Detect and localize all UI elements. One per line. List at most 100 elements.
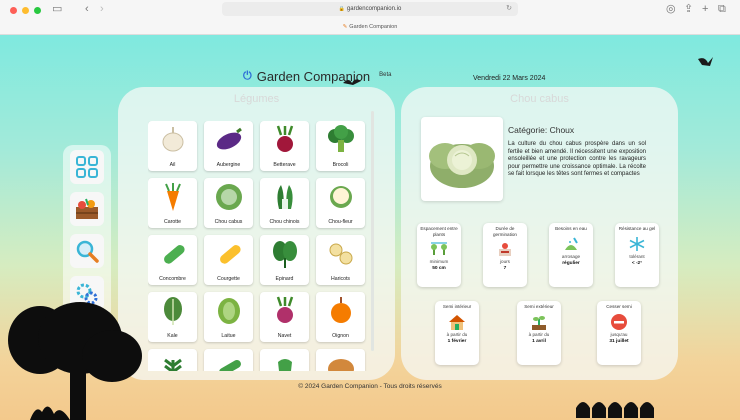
detail-panel: Chou cabus Catégorie: Choux La culture d… — [401, 87, 678, 380]
app-header: ⏻ Garden Companion Beta — [243, 69, 392, 84]
sowing-value: 1 avril — [532, 338, 546, 344]
new-tab-icon[interactable]: + — [702, 3, 708, 15]
sprout-icon — [532, 315, 546, 330]
share-icon[interactable]: ⇪ — [684, 3, 693, 15]
garlic-icon — [162, 127, 183, 152]
tab-garden-companion[interactable]: ✎ Garden Companion — [0, 20, 740, 34]
bokchoy-icon — [276, 185, 293, 209]
germination-icon — [499, 243, 511, 257]
zoom-window-button[interactable] — [34, 7, 41, 14]
vegetable-card[interactable]: Navet — [260, 292, 309, 342]
sowing-card-indoor: Semi intérieur à partir du 1 février — [435, 301, 479, 365]
vegetable-card-label: Navet — [277, 333, 292, 339]
nav-garden-bed-button[interactable] — [70, 192, 104, 226]
nav-search-button[interactable] — [70, 234, 104, 268]
browser-chrome: ▭ ‹ › 🔒 gardencompanion.io ↻ ◎ ⇪ + ⧉ ✎ Gar… — [0, 0, 740, 35]
vegetable-card-label: Aubergine — [216, 162, 241, 168]
vegetable-card-label: Ail — [169, 162, 176, 168]
detail-panel-title: Chou cabus — [510, 93, 569, 105]
url-text: gardencompanion.io — [346, 6, 402, 12]
vegetable-grid-scrollbar[interactable] — [371, 111, 374, 351]
sowing-value: 31 juillet — [609, 338, 629, 344]
pea-pod-icon — [218, 360, 241, 371]
shield-icon[interactable]: ◎ — [666, 3, 676, 15]
stat-title: Résistance au gel — [618, 226, 656, 231]
vegetable-card[interactable]: Chou chinois — [260, 178, 309, 228]
beet-icon — [276, 125, 293, 152]
forward-icon[interactable]: › — [100, 3, 104, 15]
stat-value: 50 cm — [432, 266, 446, 272]
stat-title: Durée de germination — [492, 226, 517, 237]
stat-card-spacing: Espacement entre plants minimum 50 cm — [417, 223, 461, 287]
house-icon — [449, 314, 465, 330]
vegetable-card[interactable]: Haricots — [316, 235, 365, 285]
cabbage-photo-icon — [429, 143, 495, 188]
frost-icon — [629, 236, 645, 251]
sowing-sub: à partir du — [528, 331, 550, 337]
vegetable-card[interactable]: Carotte — [148, 178, 197, 228]
stat-card-frost: Résistance au gel tolérant < -2° — [615, 223, 659, 287]
window-controls — [10, 7, 41, 14]
vegetable-card[interactable]: Concombre — [148, 235, 197, 285]
vegetable-card[interactable]: Ail — [148, 121, 197, 171]
vegetable-card[interactable]: Aubergine — [204, 121, 253, 171]
close-window-button[interactable] — [10, 7, 17, 14]
vegetables-panel-title: Légumes — [233, 93, 280, 105]
sowing-card-stop: Cesser semi jusqu'au 31 juillet — [597, 301, 641, 365]
broccoli-icon — [327, 125, 354, 152]
stat-sub: minimum — [429, 259, 449, 265]
vegetable-card-label: Oignon — [332, 333, 349, 339]
cabbage-icon — [215, 184, 242, 210]
vegetable-card[interactable] — [316, 349, 365, 371]
bird-icon — [698, 57, 713, 66]
turnip-icon — [276, 296, 293, 323]
grid-icon — [76, 156, 98, 178]
stat-value: régulier — [562, 260, 580, 266]
stat-sub: tolérant — [629, 253, 645, 259]
sowing-title: Cesser semi — [606, 304, 632, 309]
planter-boxes-silhouette — [576, 402, 654, 418]
vegetable-card[interactable]: Epinard — [260, 235, 309, 285]
vegetable-card[interactable]: Brocoli — [316, 121, 365, 171]
vegetable-card-label: Epinard — [275, 276, 294, 282]
pepper-icon — [277, 359, 292, 371]
vegetable-card-label: Haricots — [330, 276, 351, 282]
vegetable-card[interactable]: Oignon — [316, 292, 365, 342]
address-bar[interactable]: 🔒 gardencompanion.io ↻ — [222, 2, 518, 16]
tabs-overview-icon[interactable]: ⧉ — [718, 3, 726, 15]
stat-card-water: Besoins en eau arrosage régulier — [549, 223, 593, 287]
vegetable-card-label: Chou cabus — [214, 219, 243, 225]
cucumber-icon — [163, 245, 185, 264]
onion-icon — [330, 297, 351, 323]
nav-grid-button[interactable] — [70, 150, 104, 184]
vegetable-card[interactable]: Betterave — [260, 121, 309, 171]
beans-icon — [329, 243, 352, 265]
vegetable-crate-icon — [76, 198, 98, 219]
favicon-icon: ✎ — [342, 24, 348, 30]
vegetable-card-label: Carotte — [163, 219, 181, 225]
beta-badge: Beta — [379, 71, 392, 78]
cauliflower-icon — [329, 186, 352, 208]
vegetable-card-label: Brocoli — [332, 162, 349, 168]
vegetable-card[interactable] — [204, 349, 253, 371]
tree-silhouette — [8, 302, 142, 420]
vegetable-grid: Ail Aubergine Betterave Brocoli Carotte Chou … — [148, 121, 368, 371]
stat-title: Besoins en eau — [555, 226, 587, 231]
reload-icon[interactable]: ↻ — [506, 2, 512, 16]
lettuce-icon — [217, 298, 240, 324]
power-icon[interactable]: ⏻ — [243, 70, 252, 83]
vegetable-card[interactable]: Chou cabus — [204, 178, 253, 228]
vegetable-card-label: Courgette — [217, 276, 240, 282]
vegetable-card[interactable]: Courgette — [204, 235, 253, 285]
spacing-icon — [431, 242, 447, 256]
minimize-window-button[interactable] — [22, 7, 29, 14]
sowing-title: Semi intérieur — [442, 304, 472, 309]
sidebar-toggle-icon[interactable]: ▭ — [52, 3, 62, 15]
vegetable-card-label: Chou-fleur — [328, 219, 353, 225]
vegetable-card[interactable]: Laitue — [204, 292, 253, 342]
tab-title: Garden Companion — [349, 24, 398, 30]
back-icon[interactable]: ‹ — [85, 3, 89, 15]
sowing-title: Semi extérieur — [524, 304, 554, 309]
vegetable-card[interactable]: Chou-fleur — [316, 178, 365, 228]
vegetable-card[interactable] — [260, 349, 309, 371]
